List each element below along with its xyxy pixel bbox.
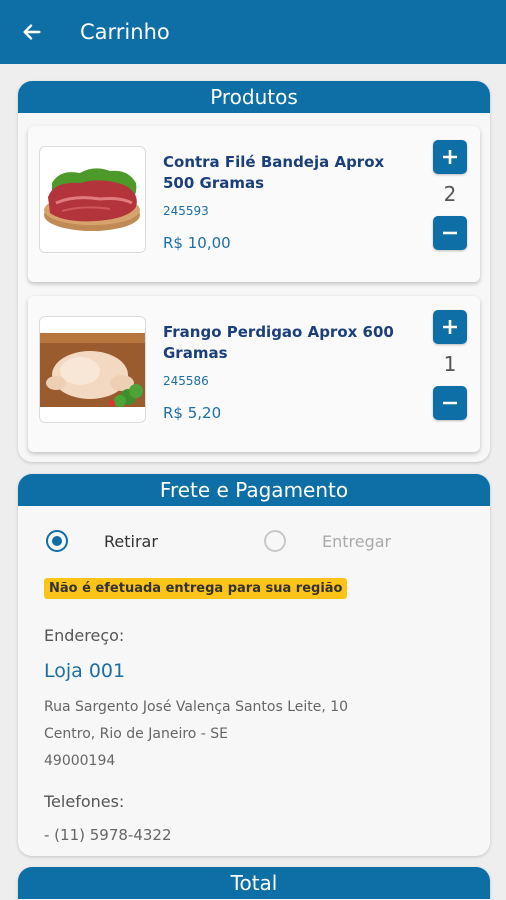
decrease-quantity-button[interactable] xyxy=(433,216,467,250)
product-image-beef xyxy=(39,146,146,253)
product-name: Frango Perdigao Aprox 600 Gramas xyxy=(163,323,394,362)
pickup-label[interactable]: Retirar xyxy=(104,532,158,551)
address-zip: 49000194 xyxy=(44,753,116,769)
arrow-left-icon xyxy=(23,24,41,40)
increase-quantity-button[interactable] xyxy=(433,310,467,344)
delivery-warning-badge: Não é efetuada entrega para sua região xyxy=(44,578,348,599)
product-price: R$ 10,00 xyxy=(163,234,231,252)
increase-quantity-button[interactable] xyxy=(433,140,467,174)
address-street: Rua Sargento José Valença Santos Leite, … xyxy=(44,699,349,715)
product-code: 245586 xyxy=(163,374,209,388)
plus-icon xyxy=(443,320,457,334)
delivery-options: Retirar Entregar xyxy=(18,528,490,554)
app-bar: Carrinho xyxy=(0,0,506,64)
decrease-quantity-button[interactable] xyxy=(433,386,467,420)
quantity-value: 2 xyxy=(443,182,457,206)
quantity-value: 1 xyxy=(443,352,457,376)
plus-icon xyxy=(443,150,457,164)
back-button[interactable] xyxy=(0,0,64,64)
product-name: Contra Filé Bandeja Aprox 500 Gramas xyxy=(163,153,385,192)
product-price: R$ 5,20 xyxy=(163,404,222,422)
pickup-radio[interactable] xyxy=(46,530,68,552)
phones-label: Telefones: xyxy=(44,792,125,811)
total-card: Total xyxy=(18,867,490,900)
phone-number: - (11) 5978-4322 xyxy=(44,826,172,844)
cart-item: Frango Perdigao Aprox 600 Gramas 245586 … xyxy=(28,296,480,452)
minus-icon xyxy=(443,401,457,405)
cart-item: Contra Filé Bandeja Aprox 500 Gramas 245… xyxy=(28,126,480,282)
delivery-radio[interactable] xyxy=(264,530,286,552)
total-header: Total xyxy=(18,867,490,899)
address-label: Endereço: xyxy=(44,626,125,645)
products-header: Produtos xyxy=(18,81,490,113)
products-card: Produtos Contra Filé Bandeja Aprox 500 G… xyxy=(18,81,490,462)
product-image-chicken xyxy=(39,316,146,423)
delivery-label[interactable]: Entregar xyxy=(322,532,391,551)
product-code: 245593 xyxy=(163,204,209,218)
page-title: Carrinho xyxy=(80,20,170,44)
address-city: Centro, Rio de Janeiro - SE xyxy=(44,726,229,742)
store-address: Rua Sargento José Valença Santos Leite, … xyxy=(44,694,348,775)
store-name: Loja 001 xyxy=(44,660,126,682)
shipping-payment-card: Frete e Pagamento Retirar Entregar Não é… xyxy=(18,474,490,856)
shipping-payment-header: Frete e Pagamento xyxy=(18,474,490,506)
minus-icon xyxy=(443,231,457,235)
